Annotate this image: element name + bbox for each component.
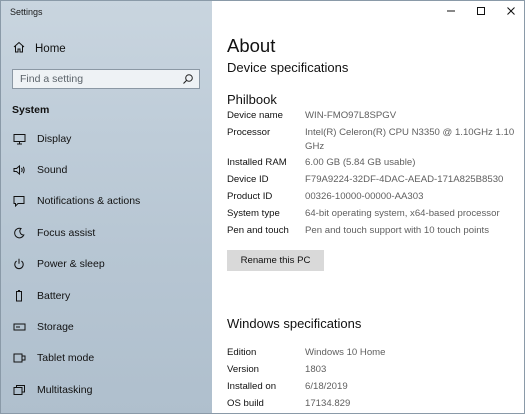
minimize-button[interactable]: [436, 1, 466, 23]
search-placeholder: Find a setting: [20, 73, 84, 85]
spec-value: Windows 10 Home: [305, 347, 386, 358]
spec-label: Device ID: [227, 174, 269, 185]
spec-label: Installed RAM: [227, 157, 287, 168]
spec-row-product-id: Product ID 00326-10000-00000-AA303: [227, 190, 517, 204]
spec-value: F79A9224-32DF-4DAC-AEAD-171A825B8530: [305, 174, 504, 185]
close-icon: [506, 3, 516, 21]
sidebar-item-label: Notifications & actions: [37, 195, 141, 208]
multitasking-icon: [12, 383, 26, 397]
spec-value: 17134.829: [305, 398, 351, 409]
spec-row-system-type: System type 64-bit operating system, x64…: [227, 207, 517, 221]
sidebar-item-label: Display: [37, 132, 72, 145]
storage-icon: [12, 320, 26, 334]
spec-value: 6/18/2019: [305, 381, 348, 392]
spec-label: Processor: [227, 127, 271, 138]
sidebar-item-sound[interactable]: Sound: [1, 154, 212, 185]
spec-row-device-name: Device name WIN-FMO97L8SPGV: [227, 109, 517, 123]
tablet-mode-icon: [12, 351, 26, 365]
home-icon: [13, 40, 25, 58]
rename-pc-button[interactable]: Rename this PC: [227, 250, 324, 271]
spec-value: 6.00 GB (5.84 GB usable): [305, 157, 416, 168]
spec-label: Device name: [227, 110, 283, 121]
search-input[interactable]: Find a setting: [12, 69, 200, 89]
sidebar-item-label: Sound: [37, 164, 68, 177]
sidebar-item-label: Storage: [37, 321, 74, 334]
spec-value: Intel(R) Celeron(R) CPU N3350 @ 1.10GHz …: [305, 127, 515, 152]
spec-row-version: Version 1803: [227, 363, 517, 377]
main-pane: About Device specifications Philbook Dev…: [212, 1, 524, 413]
spec-row-installed-ram: Installed RAM 6.00 GB (5.84 GB usable): [227, 156, 517, 170]
close-button[interactable]: [496, 1, 524, 23]
spec-value: 1803: [305, 364, 327, 375]
sidebar-item-power-sleep[interactable]: Power & sleep: [1, 249, 212, 280]
spec-row-installed-on: Installed on 6/18/2019: [227, 380, 517, 394]
maximize-button[interactable]: [466, 1, 496, 23]
spec-row-os-build: OS build 17134.829: [227, 397, 517, 411]
sidebar-item-notifications[interactable]: Notifications & actions: [1, 186, 212, 217]
spec-value: WIN-FMO97L8SPGV: [305, 110, 397, 121]
sidebar-item-multitasking[interactable]: Multitasking: [1, 374, 212, 405]
spec-label: System type: [227, 208, 280, 219]
spec-label: Edition: [227, 347, 257, 358]
page-title: About: [227, 35, 276, 56]
spec-row-device-id: Device ID F79A9224-32DF-4DAC-AEAD-171A82…: [227, 173, 517, 187]
settings-window: Settings Home Find a setting System Disp…: [0, 0, 525, 414]
notifications-icon: [12, 194, 26, 208]
spec-label: OS build: [227, 398, 264, 409]
minimize-icon: [446, 3, 456, 21]
section-heading: System: [12, 104, 50, 116]
sidebar-item-focus-assist[interactable]: Focus assist: [1, 217, 212, 248]
device-heading: Philbook: [227, 92, 277, 107]
spec-value: 00326-10000-00000-AA303: [305, 191, 424, 202]
spec-row-processor: Processor Intel(R) Celeron(R) CPU N3350 …: [227, 126, 517, 153]
sidebar-item-label: Focus assist: [37, 226, 96, 239]
spec-value: 64-bit operating system, x64-based proce…: [305, 208, 500, 219]
spec-label: Version: [227, 364, 259, 375]
battery-icon: [12, 289, 26, 303]
sound-icon: [12, 163, 26, 177]
spec-label: Product ID: [227, 191, 273, 202]
window-controls: [436, 1, 524, 23]
sidebar-item-label: Multitasking: [37, 383, 93, 396]
sidebar-item-display[interactable]: Display: [1, 123, 212, 154]
sidebar-item-label: Battery: [37, 289, 71, 302]
window-title: Settings: [10, 7, 43, 17]
sidebar-item-tablet-mode[interactable]: Tablet mode: [1, 343, 212, 374]
sidebar: Settings Home Find a setting System Disp…: [1, 1, 212, 413]
search-icon[interactable]: [181, 72, 195, 86]
display-icon: [12, 132, 26, 146]
home-nav-item[interactable]: Home: [13, 41, 66, 57]
focus-assist-icon: [12, 226, 26, 240]
spec-label: Pen and touch: [227, 225, 289, 236]
sidebar-item-storage[interactable]: Storage: [1, 311, 212, 342]
sidebar-nav: Display Sound Notifications & actions Fo…: [1, 123, 212, 406]
home-label: Home: [35, 43, 66, 55]
sidebar-item-battery[interactable]: Battery: [1, 280, 212, 311]
windows-spec-heading: Windows specifications: [227, 316, 362, 331]
spec-value: Pen and touch support with 10 touch poin…: [305, 225, 490, 236]
maximize-icon: [476, 3, 486, 21]
spec-label: Installed on: [227, 381, 277, 392]
sidebar-item-label: Tablet mode: [37, 352, 95, 365]
page-subtitle: Device specifications: [227, 60, 349, 75]
sidebar-item-label: Power & sleep: [37, 258, 105, 271]
power-icon: [12, 257, 26, 271]
spec-row-pen-touch: Pen and touch Pen and touch support with…: [227, 224, 517, 238]
spec-row-edition: Edition Windows 10 Home: [227, 346, 517, 360]
